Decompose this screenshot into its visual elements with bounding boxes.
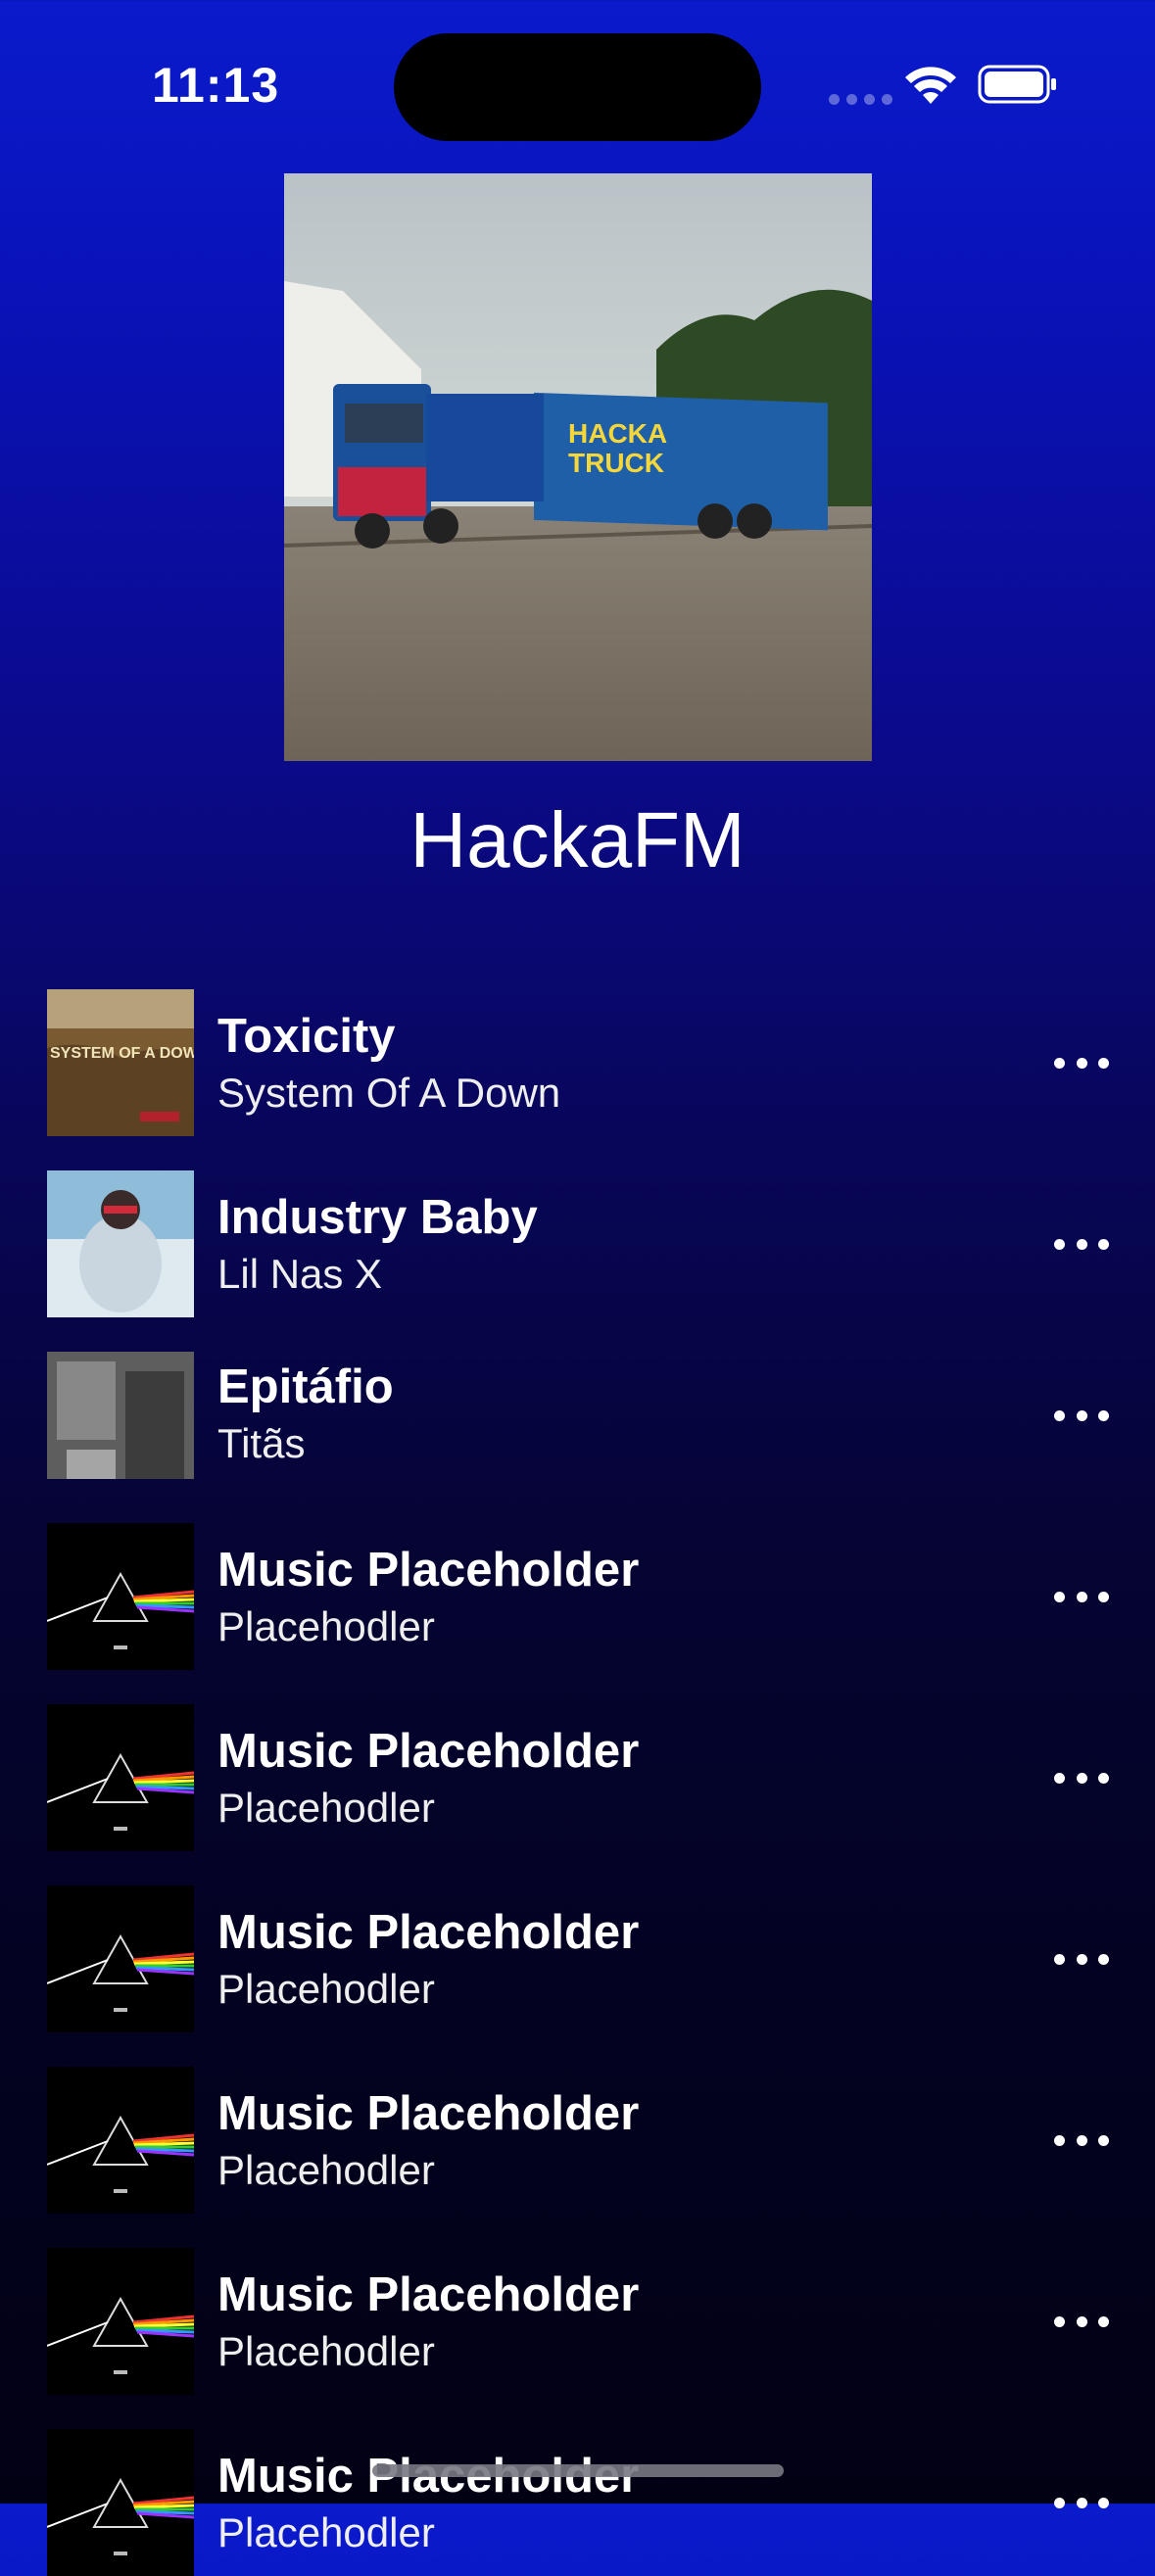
more-options-button[interactable] [1054,1406,1109,1425]
ellipsis-icon [1054,1057,1065,1069]
home-indicator[interactable] [372,2464,784,2477]
song-artist: Placehodler [217,2509,435,2555]
cellular-icon [829,94,892,105]
status-time: 11:13 [152,58,280,113]
song-title: Epitáfio [217,1360,394,1413]
station-title: HackaFM [409,796,746,883]
more-options-button[interactable] [1054,1234,1109,1254]
more-options-button[interactable] [1054,1053,1109,1073]
more-options-button[interactable] [1054,1949,1109,1969]
ellipsis-icon [1054,1953,1065,1965]
song-row[interactable]: Industry Baby Lil Nas X [0,1170,1155,1317]
more-options-button[interactable] [1054,1587,1109,1606]
cover-text-line2: TRUCK [568,448,664,478]
station-cover-image: HACKA TRUCK [284,173,872,761]
ellipsis-icon [1054,2315,1065,2327]
more-options-button[interactable] [1054,2130,1109,2150]
song-artist: Titãs [217,1420,306,1466]
song-artist: System Of A Down [217,1070,561,1116]
song-row[interactable]: Music Placeholder Placehodler [0,1704,1155,1851]
song-title: Music Placeholder [217,1906,640,1959]
album-art [47,1704,194,1851]
ellipsis-icon [1054,1772,1065,1784]
song-title: Toxicity [217,1010,396,1063]
battery-icon [978,65,1056,104]
album-art: SYSTEM OF A DOWN [47,989,194,1136]
more-options-button[interactable] [1054,2493,1109,2512]
cover-text-line1: HACKA [568,418,667,449]
song-artist: Placehodler [217,2147,435,2193]
song-row[interactable]: Music PlaceholderPlacehodler [0,2429,1155,2576]
song-row[interactable]: Epitáfio Titãs [0,1352,1155,1499]
ellipsis-icon [1054,2497,1065,2508]
song-row[interactable]: SYSTEM OF A DOWN Toxicity System Of A Down [0,989,1155,1136]
album-art [47,1523,194,1670]
song-artist: Placehodler [217,2328,435,2374]
more-options-button[interactable] [1054,1768,1109,1788]
song-row[interactable]: Music Placeholder Placehodler [0,2248,1155,2395]
song-title: Music Placeholder [217,2087,640,2140]
ellipsis-icon [1054,1238,1065,1250]
album-art [47,2429,194,2576]
dynamic-island [394,33,761,141]
song-row[interactable]: Music Placeholder Placehodler [0,1885,1155,2032]
song-title: Industry Baby [217,1191,538,1244]
album-art-text: SYSTEM OF A DOWN [50,1045,194,1062]
song-title: Music Placeholder [217,1725,640,1778]
album-art [47,1170,194,1317]
song-row[interactable]: Music Placeholder Placehodler [0,2067,1155,2214]
song-row[interactable]: Music Placeholder Placehodler [0,1523,1155,1670]
song-artist: Placehodler [217,1603,435,1649]
song-title: Music Placeholder [217,2268,640,2321]
album-art [47,2248,194,2395]
status-bar: 11:13 [0,0,1155,147]
ellipsis-icon [1054,2134,1065,2146]
ellipsis-icon [1054,1591,1065,1602]
more-options-button[interactable] [1054,2312,1109,2331]
wifi-icon [905,67,956,104]
song-artist: Lil Nas X [217,1251,383,1297]
album-art [47,1885,194,2032]
album-art [47,2067,194,2214]
ellipsis-icon [1054,1409,1065,1421]
song-artist: Placehodler [217,1966,435,2012]
song-artist: Placehodler [217,1785,435,1831]
song-title: Music Placeholder [217,1544,640,1597]
album-art [47,1352,194,1479]
